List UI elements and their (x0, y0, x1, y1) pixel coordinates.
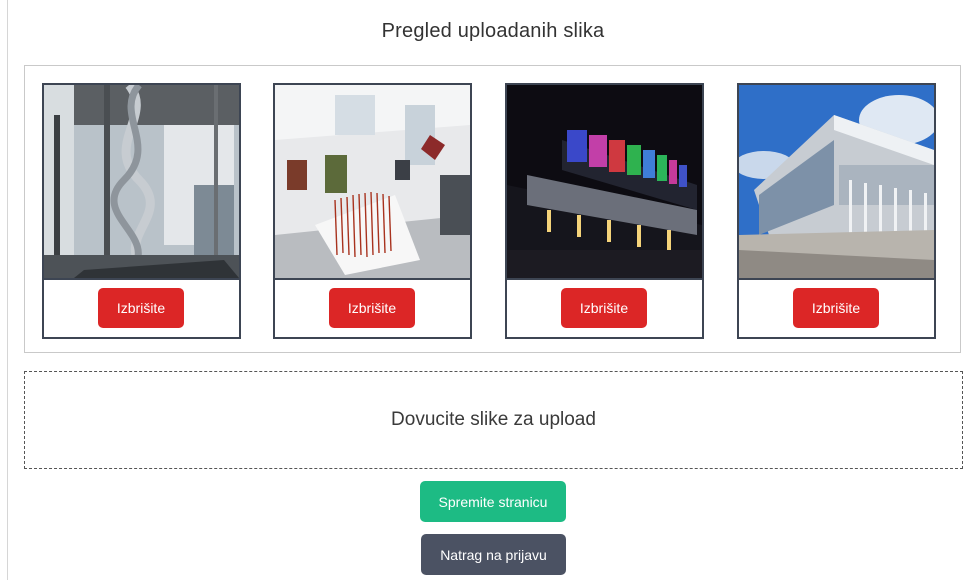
image-thumbnail-day-exterior[interactable] (739, 85, 934, 280)
delete-image-1-button[interactable]: Izbrišite (98, 288, 184, 328)
page-title: Pregled uploadanih slika (381, 20, 605, 42)
left-divider (7, 0, 8, 580)
image-thumbnail-gallery-hall[interactable] (275, 85, 470, 280)
image-card-2: Izbrišite (273, 83, 472, 339)
uploaded-images-gallery: Izbrišite Izbrišite Izbrišite Izbrišite (24, 65, 961, 353)
image-thumbnail-night-facade[interactable] (507, 85, 702, 280)
image-card-1: Izbrišite (42, 83, 241, 339)
delete-image-3-button[interactable]: Izbrišite (561, 288, 647, 328)
save-page-button[interactable]: Spremite stranicu (420, 481, 566, 522)
back-to-login-button[interactable]: Natrag na prijavu (421, 534, 566, 575)
dropzone-label: Dovucite slike za upload (391, 409, 596, 430)
image-upload-dropzone[interactable]: Dovucite slike za upload (24, 371, 963, 469)
image-card-3: Izbrišite (505, 83, 704, 339)
image-card-4: Izbrišite (737, 83, 936, 339)
delete-image-2-button[interactable]: Izbrišite (329, 288, 415, 328)
delete-image-4-button[interactable]: Izbrišite (793, 288, 879, 328)
image-thumbnail-museum-interior[interactable] (44, 85, 239, 280)
